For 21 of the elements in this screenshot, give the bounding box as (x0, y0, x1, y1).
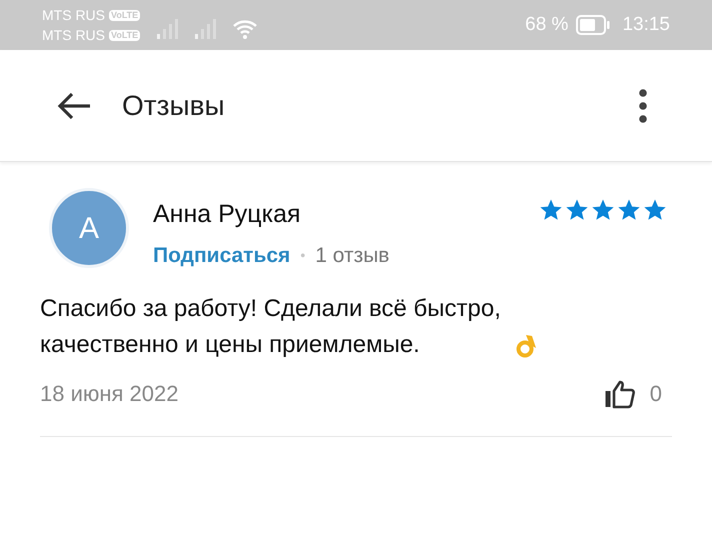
author-name: Анна Руцкая (153, 199, 302, 230)
battery-icon (576, 15, 610, 35)
review-count: 1 отзыв (315, 242, 390, 268)
signal-icon (156, 18, 178, 40)
star-icon (591, 198, 615, 222)
subscribe-link[interactable]: Подписаться (153, 240, 290, 271)
page-title: Отзывы (122, 88, 225, 122)
review-text: Спасибо за работу! Сделали всё быстро, качественно и цены приемлемые. (40, 294, 502, 360)
star-icon (565, 198, 589, 222)
thumbs-up-icon (604, 378, 636, 408)
review-date: 18 июня 2022 (40, 380, 178, 408)
avatar: А (49, 188, 129, 268)
wifi-icon (232, 18, 258, 40)
like-button[interactable]: 0 (604, 377, 662, 410)
separator-dot: • (300, 246, 306, 265)
signal-icon (194, 18, 216, 40)
star-icon (539, 198, 563, 222)
back-arrow-icon (56, 90, 92, 120)
star-icon (643, 198, 667, 222)
star-icon (617, 198, 641, 222)
more-icon (639, 88, 647, 122)
